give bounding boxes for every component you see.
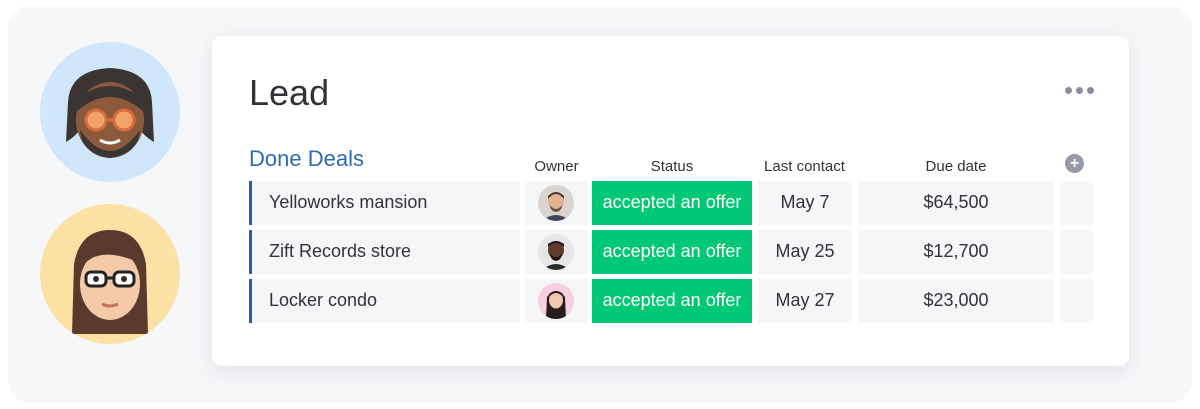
item-name: Zift Records store — [269, 241, 412, 261]
dot — [1075, 86, 1083, 94]
last-contact-cell[interactable]: May 7 — [758, 181, 852, 225]
item-name-cell[interactable]: Zift Records store — [249, 230, 520, 274]
due-date-value: $12,700 — [923, 241, 989, 261]
status-label[interactable]: accepted an offer — [592, 181, 752, 225]
column-header-owner[interactable]: Owner — [525, 158, 588, 175]
due-date-cell[interactable]: $64,500 — [858, 181, 1054, 225]
due-date-value: $64,500 — [923, 192, 989, 212]
status-text: accepted an offer — [602, 241, 742, 261]
owner-cell[interactable] — [525, 181, 588, 225]
user-avatar-bearded — [40, 42, 180, 182]
dot — [1086, 86, 1094, 94]
item-name-cell[interactable]: Locker condo — [249, 279, 520, 323]
user-avatar-glasses — [40, 204, 180, 344]
owner-cell[interactable] — [525, 279, 588, 323]
more-options-icon[interactable] — [1062, 82, 1096, 98]
status-label[interactable]: accepted an offer — [592, 230, 752, 274]
column-header-last-contact[interactable]: Last contact — [748, 158, 861, 175]
last-contact-date: May 25 — [775, 241, 835, 261]
empty-cell[interactable] — [1060, 181, 1093, 225]
status-text: accepted an offer — [602, 192, 742, 212]
due-date-cell[interactable]: $23,000 — [858, 279, 1054, 323]
last-contact-cell[interactable]: May 27 — [758, 279, 852, 323]
owner-avatar — [538, 234, 574, 270]
owner-avatar — [538, 185, 574, 221]
column-header-status[interactable]: Status — [592, 158, 752, 175]
column-header-due-date[interactable]: Due date — [858, 158, 1054, 175]
add-column-plus-icon[interactable]: + — [1065, 154, 1084, 173]
status-text: accepted an offer — [602, 290, 742, 310]
group-title[interactable]: Done Deals — [249, 146, 364, 172]
item-name: Yelloworks mansion — [269, 192, 428, 212]
due-date-cell[interactable]: $12,700 — [858, 230, 1054, 274]
table-row[interactable]: Zift Records store accepted an offer May… — [249, 230, 1093, 274]
owner-avatar — [538, 283, 574, 319]
last-contact-date: May 7 — [780, 192, 830, 212]
lead-board-card: Lead Done Deals Owner Status Last contac… — [212, 36, 1129, 366]
dot — [1064, 86, 1072, 94]
table-row[interactable]: Locker condo accepted an offer May 27 $2… — [249, 279, 1093, 323]
item-name-cell[interactable]: Yelloworks mansion — [249, 181, 520, 225]
empty-cell[interactable] — [1060, 230, 1093, 274]
last-contact-cell[interactable]: May 25 — [758, 230, 852, 274]
empty-cell[interactable] — [1060, 279, 1093, 323]
last-contact-date: May 27 — [775, 290, 835, 310]
board-title: Lead — [249, 72, 330, 113]
item-name: Locker condo — [269, 290, 378, 310]
table-row[interactable]: Yelloworks mansion accepted an offer May… — [249, 181, 1093, 225]
owner-cell[interactable] — [525, 230, 588, 274]
due-date-value: $23,000 — [923, 290, 989, 310]
status-label[interactable]: accepted an offer — [592, 279, 752, 323]
